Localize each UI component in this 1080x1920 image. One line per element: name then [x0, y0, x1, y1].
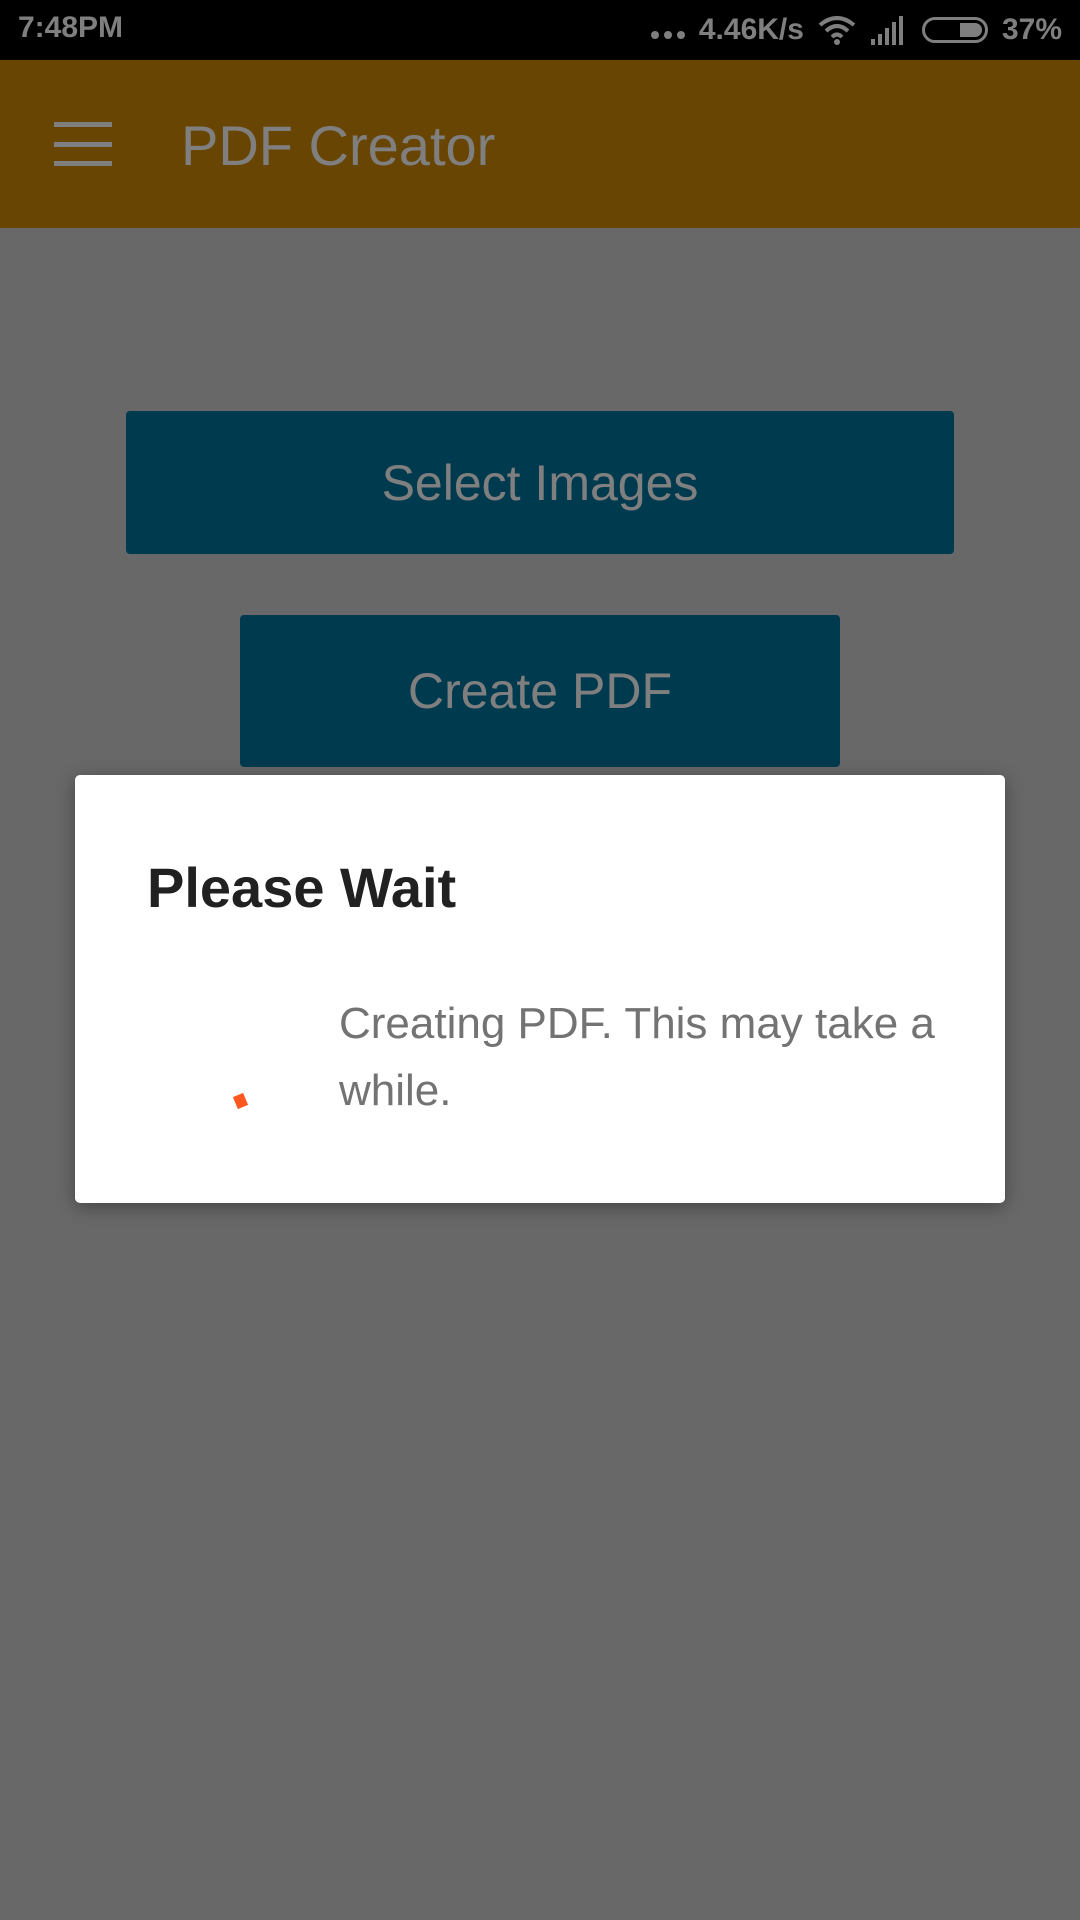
dialog-message: Creating PDF. This may take a while. — [339, 999, 935, 1115]
progress-dialog: Please Wait Creating PDF. This may take … — [75, 775, 1005, 1203]
loading-spinner-icon — [232, 1092, 249, 1110]
dialog-title: Please Wait — [147, 856, 457, 919]
